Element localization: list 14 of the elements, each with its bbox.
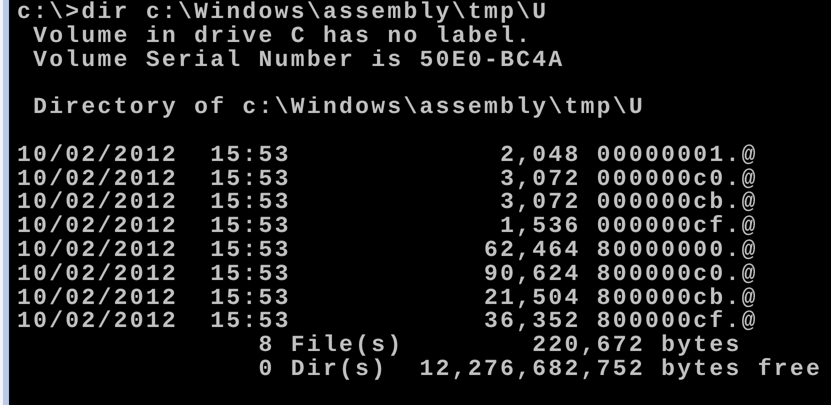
console-line: Directory of c:\Windows\assembly\tmp\U xyxy=(32,96,646,120)
console-line: 10/02/2012 15:53 90,624 800000c0.@ xyxy=(17,262,759,287)
console-line: 8 File(s) 220,672 bytes xyxy=(258,334,743,358)
console-line: 10/02/2012 15:53 36,352 800000cf.@ xyxy=(17,310,759,334)
console-line: Volume Serial Number is 50E0-BC4A xyxy=(32,48,566,72)
console-line: 10/02/2012 15:53 3,072 000000cb.@ xyxy=(17,191,759,216)
console-line: 0 Dir(s) 12,276,682,752 bytes free xyxy=(258,358,822,382)
console-line: Volume in drive C has no label. xyxy=(32,24,532,49)
console-line: c:\>dir c:\Windows\assembly\tmp\U xyxy=(17,1,550,25)
console-line: 10/02/2012 15:53 1,536 000000cf.@ xyxy=(17,215,759,239)
console-line: 10/02/2012 15:53 3,072 000000c0.@ xyxy=(17,168,759,192)
console-line: 10/02/2012 15:53 2,048 00000001.@ xyxy=(17,144,759,168)
console-line: 10/02/2012 15:53 21,504 800000cb.@ xyxy=(17,286,759,310)
console-line: 10/02/2012 15:53 62,464 80000000.@ xyxy=(17,238,759,263)
